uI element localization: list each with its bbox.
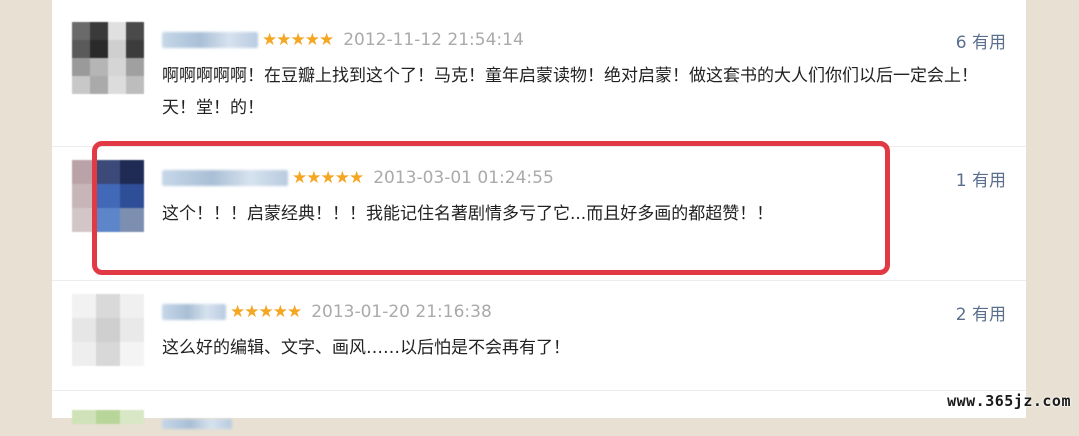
divider <box>52 280 1026 281</box>
comment-text: 这个！！！启蒙经典！！！我能记住名著剧情多亏了它...而且好多画的都超赞！！ <box>162 204 774 224</box>
rating-stars: ★★★★★ <box>292 167 364 188</box>
comment-item: ★★★★★ 2013-01-20 21:16:38 2 有用 这么好的编辑、文字… <box>72 286 1026 391</box>
divider <box>52 146 1026 147</box>
watermark: www.365jz.com <box>947 392 1071 410</box>
useful-button[interactable]: 1 有用 <box>956 166 1006 191</box>
rating-stars: ★★★★★ <box>230 301 302 322</box>
avatar[interactable] <box>72 294 144 366</box>
comment-item-partial <box>72 404 1026 429</box>
comment-date: 2013-01-20 21:16:38 <box>311 302 492 322</box>
comment-header: ★★★★★ 2013-01-20 21:16:38 <box>162 300 492 324</box>
comment-item: ★★★★★ 2012-11-12 21:54:14 6 有用 啊啊啊啊啊！在豆瓣… <box>72 14 1026 144</box>
comment-header: ★★★★★ 2013-03-01 01:24:55 <box>162 166 554 190</box>
useful-button[interactable]: 2 有用 <box>956 300 1006 325</box>
comment-date: 2013-03-01 01:24:55 <box>373 168 554 188</box>
avatar[interactable] <box>72 410 144 424</box>
comment-text: 这么好的编辑、文字、画风……以后怕是不会再有了！ <box>162 338 570 358</box>
comment-list: ★★★★★ 2012-11-12 21:54:14 6 有用 啊啊啊啊啊！在豆瓣… <box>52 0 1026 429</box>
comment-header: ★★★★★ 2012-11-12 21:54:14 <box>162 28 524 52</box>
username-blurred[interactable] <box>162 170 288 186</box>
divider <box>52 390 1026 391</box>
username-blurred[interactable] <box>162 419 232 429</box>
rating-stars: ★★★★★ <box>262 29 334 50</box>
comment-date: 2012-11-12 21:54:14 <box>343 30 524 50</box>
username-blurred[interactable] <box>162 304 226 320</box>
comment-item-highlighted: ★★★★★ 2013-03-01 01:24:55 1 有用 这个！！！启蒙经典… <box>72 152 1026 262</box>
useful-button[interactable]: 6 有用 <box>956 28 1006 53</box>
username-blurred[interactable] <box>162 32 258 48</box>
avatar[interactable] <box>72 22 144 94</box>
comment-header <box>162 412 236 436</box>
comment-text: 啊啊啊啊啊！在豆瓣上找到这个了！马克！童年启蒙读物！绝对启蒙！做这套书的大人们你… <box>162 66 978 118</box>
avatar[interactable] <box>72 160 144 232</box>
